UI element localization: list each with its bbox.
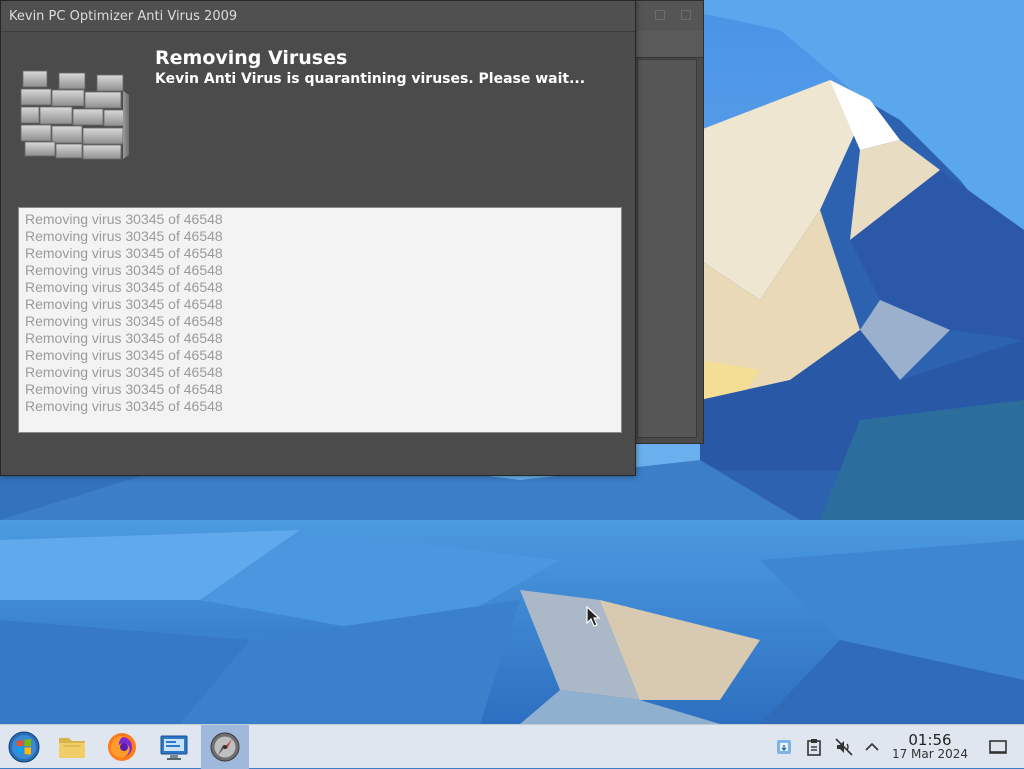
remote-desktop-button[interactable] — [150, 725, 198, 769]
log-line: Removing virus 30345 of 46548 — [25, 262, 223, 278]
log-line: Removing virus 30345 of 46548 — [25, 330, 223, 346]
virus-log-list[interactable]: Removing virus 30345 of 46548 Removing v… — [18, 207, 622, 433]
log-line: Removing virus 30345 of 46548 — [25, 398, 223, 414]
close-icon[interactable] — [681, 10, 691, 20]
compass-icon — [210, 732, 240, 762]
show-desktop-icon[interactable] — [988, 737, 1008, 757]
volume-muted-icon[interactable] — [834, 737, 854, 757]
dialog-subheading: Kevin Anti Virus is quarantining viruses… — [155, 71, 586, 87]
mouse-cursor-icon — [586, 606, 600, 627]
firefox-icon — [108, 733, 136, 761]
update-notifier-icon[interactable] — [774, 737, 794, 757]
log-line: Removing virus 30345 of 46548 — [25, 381, 223, 397]
log-line: Removing virus 30345 of 46548 — [25, 296, 223, 312]
dialog-heading: Removing Viruses — [155, 47, 348, 69]
log-line: Removing virus 30345 of 46548 — [25, 211, 223, 227]
log-line: Removing virus 30345 of 46548 — [25, 364, 223, 380]
clock-date[interactable]: 17 Mar 2024 — [886, 747, 974, 761]
brick-wall-firewall-icon — [20, 70, 129, 160]
background-window-content — [637, 59, 697, 438]
antivirus-dialog: Kevin PC Optimizer Anti Virus 2009 Remov… — [0, 0, 636, 476]
start-menu-button[interactable] — [0, 725, 48, 769]
windows-orb-icon — [8, 731, 40, 763]
minimize-icon[interactable] — [655, 10, 665, 20]
antivirus-task-button[interactable] — [201, 725, 249, 769]
clipboard-icon[interactable] — [804, 737, 824, 757]
log-line: Removing virus 30345 of 46548 — [25, 347, 223, 363]
chevron-up-icon[interactable] — [862, 737, 882, 757]
firefox-button[interactable] — [98, 725, 146, 769]
log-line: Removing virus 30345 of 46548 — [25, 245, 223, 261]
log-line: Removing virus 30345 of 46548 — [25, 228, 223, 244]
folder-icon — [59, 738, 85, 758]
monitor-icon — [160, 735, 188, 760]
log-line: Removing virus 30345 of 46548 — [25, 313, 223, 329]
dialog-titlebar[interactable]: Kevin PC Optimizer Anti Virus 2009 — [1, 1, 635, 32]
file-manager-button[interactable] — [48, 725, 96, 769]
log-line: Removing virus 30345 of 46548 — [25, 279, 223, 295]
dialog-title: Kevin PC Optimizer Anti Virus 2009 — [9, 9, 238, 24]
taskbar — [0, 724, 1024, 769]
